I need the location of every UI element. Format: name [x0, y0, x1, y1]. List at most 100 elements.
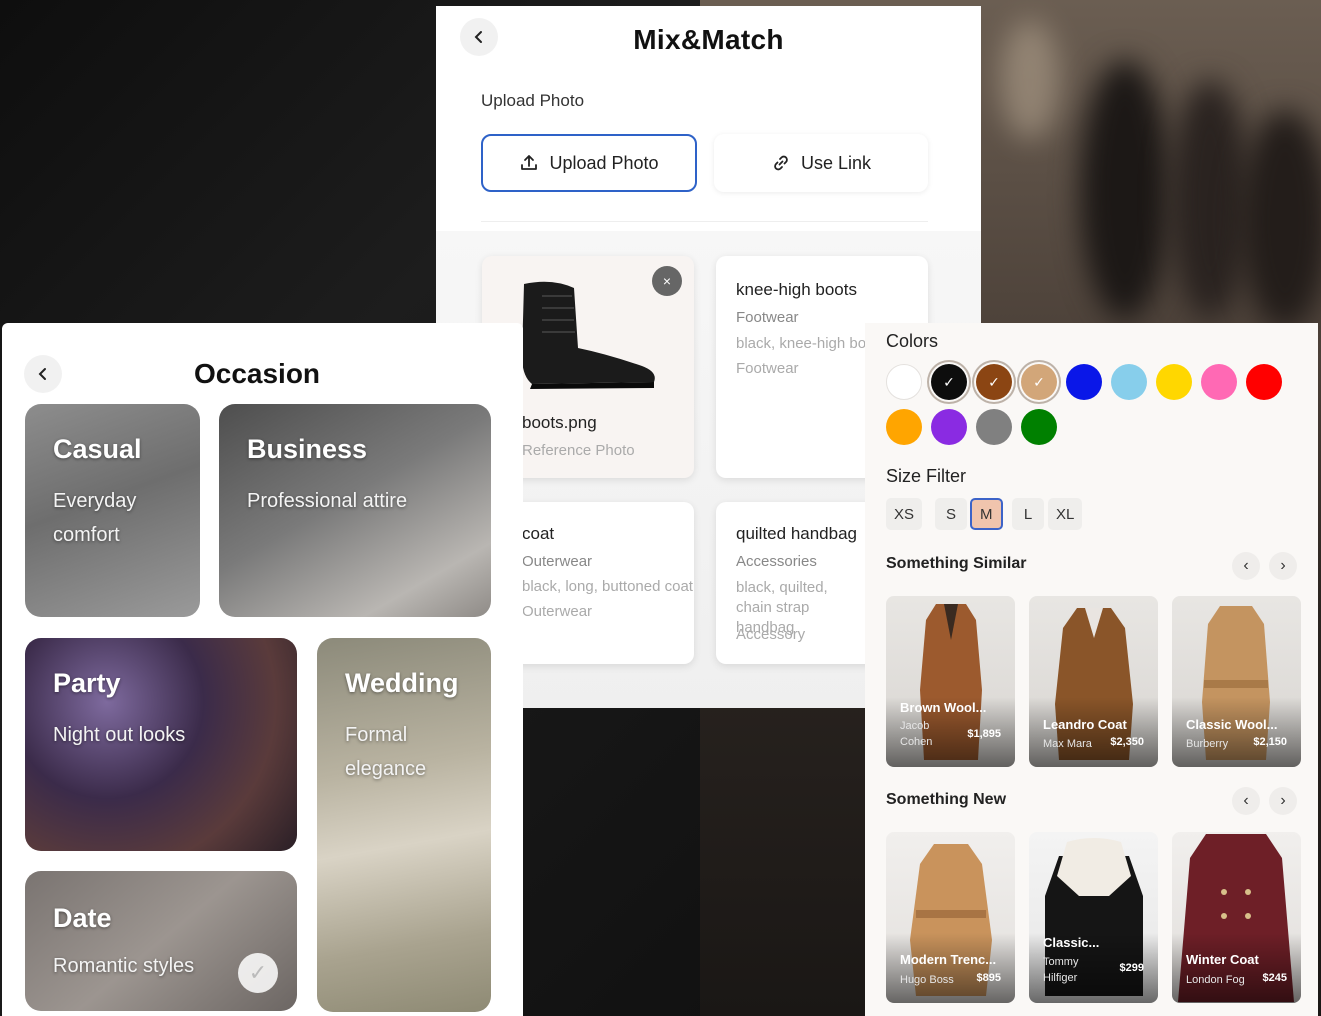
tile-name: Date — [53, 903, 112, 933]
product-brand: Max Mara — [1043, 738, 1092, 750]
filters-panel: Colors ✓ ✓ ✓ Size Filter XS S M L XL Something… — [865, 323, 1318, 1016]
color-swatch[interactable]: ✓ — [1021, 364, 1057, 400]
product-brand: London Fog — [1186, 974, 1245, 986]
product-card[interactable]: Classic... Tommy Hilfiger $299 — [1029, 832, 1158, 1003]
reference-filename: boots.png — [522, 413, 597, 432]
color-swatch[interactable] — [886, 364, 922, 400]
product-name: Classic... — [1043, 935, 1100, 950]
reference-caption: Reference Photo — [522, 442, 635, 459]
occasion-title: Occasion — [193, 358, 321, 389]
color-swatch[interactable] — [1066, 364, 1102, 400]
new-prev-button[interactable]: ‹ — [1232, 787, 1260, 815]
something-new-title: Something New — [886, 791, 1007, 808]
item-category: Accessories — [736, 553, 817, 570]
color-swatch[interactable] — [1156, 364, 1192, 400]
size-filter-label: Size Filter — [886, 466, 967, 486]
product-name: Classic Wool... — [1186, 717, 1278, 732]
new-next-button[interactable]: › — [1269, 787, 1297, 815]
item-title: coat — [522, 524, 555, 543]
tile-description: Formal elegance — [345, 724, 427, 780]
color-swatch[interactable] — [1201, 364, 1237, 400]
close-icon: × — [662, 273, 672, 289]
occasion-tile-wedding[interactable]: Wedding Formal elegance — [317, 638, 491, 1012]
product-price: $2,350 — [1110, 736, 1144, 748]
size-chip-s[interactable]: S — [935, 498, 967, 530]
something-similar-title: Something Similar — [886, 555, 1027, 572]
size-chip-xl[interactable]: XL — [1048, 498, 1083, 530]
chevron-right-icon: › — [1280, 557, 1286, 574]
chevron-left-icon: ‹ — [1243, 792, 1249, 809]
product-name: Modern Trenc... — [900, 952, 997, 967]
item-description: black, knee-high boots — [736, 335, 887, 352]
product-brand: Jacob Cohen — [900, 720, 933, 748]
color-swatch[interactable] — [1111, 364, 1147, 400]
tile-description: Everyday comfort — [53, 490, 137, 546]
color-swatch[interactable] — [1021, 409, 1057, 445]
size-chip-m[interactable]: M — [970, 498, 1003, 530]
upload-icon — [521, 155, 538, 170]
color-swatch[interactable] — [931, 409, 967, 445]
product-name: Leandro Coat — [1043, 717, 1127, 732]
occasion-tile-casual[interactable]: Casual Everyday comfort — [25, 404, 200, 617]
item-type: Accessory — [736, 626, 806, 643]
product-brand: Tommy Hilfiger — [1043, 956, 1079, 984]
occasion-tile-date[interactable]: Date Romantic styles ✓ — [25, 871, 297, 1011]
product-price: $1,895 — [967, 728, 1001, 740]
tile-description: Night out looks — [53, 724, 186, 746]
color-swatch[interactable] — [886, 409, 922, 445]
color-swatch[interactable] — [976, 409, 1012, 445]
size-chip-xs[interactable]: XS — [886, 498, 923, 530]
product-price: $895 — [976, 972, 1001, 984]
occasion-tile-party[interactable]: Party Night out looks — [25, 638, 297, 851]
product-price: $245 — [1262, 972, 1287, 984]
link-icon — [774, 155, 788, 171]
color-swatch[interactable]: ✓ — [976, 364, 1012, 400]
item-title: knee-high boots — [736, 280, 857, 299]
boot-image — [522, 281, 655, 389]
product-price: $2,150 — [1253, 736, 1287, 748]
tile-name: Business — [247, 434, 368, 464]
remove-photo-button[interactable]: × — [652, 266, 682, 296]
item-category: Outerwear — [522, 553, 593, 570]
mix-title: Mix&Match — [633, 24, 784, 55]
item-title: quilted handbag — [736, 524, 858, 543]
size-chip-l[interactable]: L — [1012, 498, 1044, 530]
product-price: $299 — [1119, 962, 1144, 974]
color-swatch[interactable]: ✓ — [931, 364, 967, 400]
check-icon: ✓ — [1033, 373, 1045, 390]
occasion-tile-business[interactable]: Business Professional attire — [219, 404, 491, 617]
tile-name: Wedding — [345, 668, 459, 698]
tile-name: Party — [53, 668, 121, 698]
product-brand: Burberry — [1186, 738, 1229, 750]
use-link-label: Use Link — [800, 152, 872, 173]
product-name: Winter Coat — [1186, 952, 1259, 967]
tile-description: Professional attire — [247, 490, 408, 512]
check-icon: ✓ — [988, 373, 1000, 390]
use-link-button[interactable]: Use Link — [714, 134, 928, 192]
color-swatch[interactable] — [1246, 364, 1282, 400]
product-name: Brown Wool... — [900, 700, 987, 715]
tile-name: Casual — [53, 434, 142, 464]
similar-prev-button[interactable]: ‹ — [1232, 552, 1260, 580]
divider — [481, 221, 928, 222]
item-description: black, long, buttoned coat — [522, 578, 693, 595]
upload-photo-button[interactable]: Upload Photo — [481, 134, 697, 192]
chevron-left-icon: ‹ — [1243, 557, 1249, 574]
item-type: Outerwear — [522, 603, 593, 620]
product-card[interactable]: Winter Coat London Fog $245 — [1172, 832, 1301, 1003]
check-icon: ✓ — [943, 373, 955, 390]
upload-section-label: Upload Photo — [481, 91, 585, 110]
colors-label: Colors — [886, 331, 939, 351]
occasion-panel: Occasion Casual Everyday comfort Busines… — [2, 323, 523, 1016]
product-brand: Hugo Boss — [900, 974, 954, 986]
similar-next-button[interactable]: › — [1269, 552, 1297, 580]
product-card[interactable]: Classic Wool... Burberry $2,150 — [1172, 596, 1301, 767]
item-type: Footwear — [736, 360, 799, 377]
product-card[interactable]: Brown Wool... Jacob Cohen $1,895 — [886, 596, 1015, 767]
product-card[interactable]: Leandro Coat Max Mara $2,350 — [1029, 596, 1158, 767]
chevron-right-icon: › — [1280, 792, 1286, 809]
upload-photo-label: Upload Photo — [549, 152, 659, 173]
item-category: Footwear — [736, 309, 799, 326]
product-card[interactable]: Modern Trenc... Hugo Boss $895 — [886, 832, 1015, 1003]
check-icon: ✓ — [238, 953, 278, 993]
